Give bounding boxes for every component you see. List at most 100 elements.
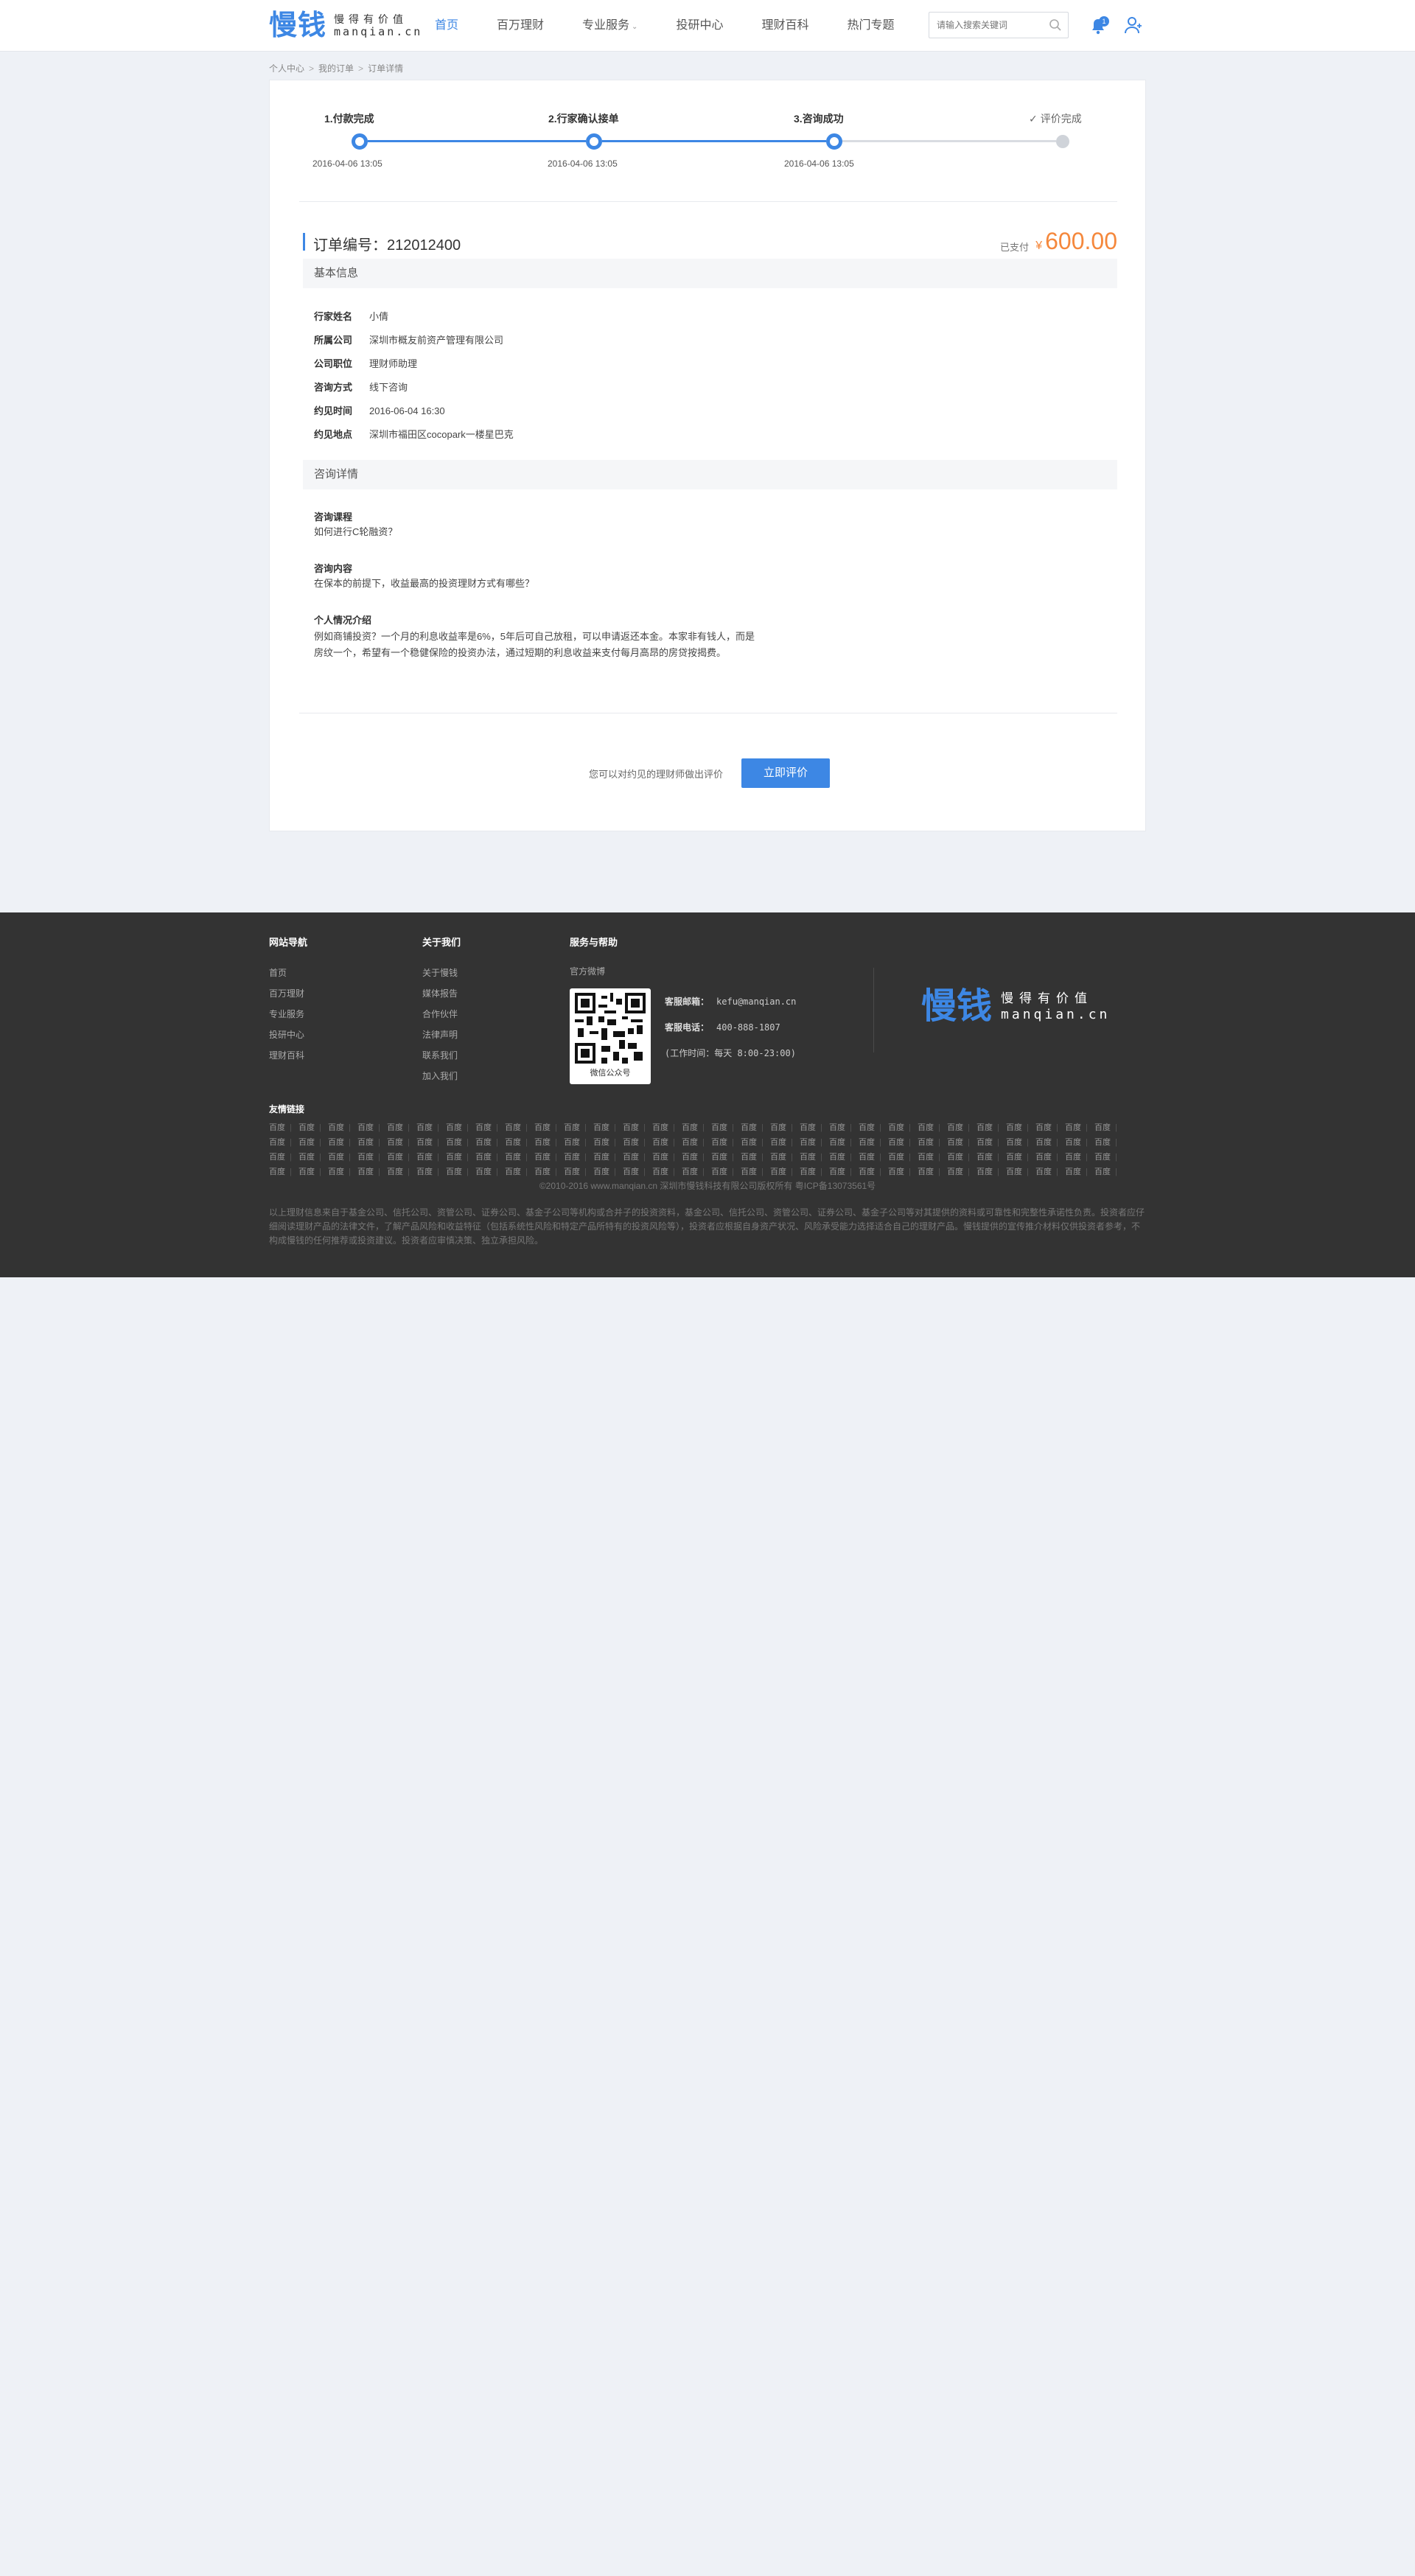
friend-link[interactable]: 百度	[446, 1150, 475, 1165]
friend-link[interactable]: 百度	[505, 1135, 534, 1150]
footer-link-partners[interactable]: 合作伙伴	[422, 1008, 458, 1020]
friend-link[interactable]: 百度	[829, 1150, 859, 1165]
friend-link[interactable]: 百度	[741, 1165, 770, 1179]
footer-link-about[interactable]: 关于慢钱	[422, 966, 458, 979]
friend-link[interactable]: 百度	[534, 1165, 564, 1179]
friend-link[interactable]: 百度	[1006, 1120, 1035, 1135]
friend-link[interactable]: 百度	[682, 1135, 711, 1150]
footer-weibo-link[interactable]: 官方微博	[570, 965, 605, 977]
search-icon[interactable]	[1049, 18, 1062, 32]
friend-link[interactable]: 百度	[534, 1120, 564, 1135]
friend-link[interactable]: 百度	[800, 1120, 829, 1135]
friend-link[interactable]: 百度	[918, 1135, 947, 1150]
breadcrumb-my-orders[interactable]: 我的订单	[318, 63, 354, 74]
friend-link[interactable]: 百度	[623, 1150, 652, 1165]
friend-link[interactable]: 百度	[328, 1120, 357, 1135]
friend-link[interactable]: 百度	[269, 1150, 298, 1165]
friend-link[interactable]: 百度	[593, 1165, 623, 1179]
friend-link[interactable]: 百度	[387, 1120, 416, 1135]
friend-link[interactable]: 百度	[1094, 1165, 1124, 1179]
friend-link[interactable]: 百度	[328, 1150, 357, 1165]
friend-link[interactable]: 百度	[682, 1165, 711, 1179]
friend-link[interactable]: 百度	[947, 1120, 976, 1135]
friend-link[interactable]: 百度	[770, 1165, 800, 1179]
friend-link[interactable]: 百度	[711, 1120, 741, 1135]
friend-link[interactable]: 百度	[564, 1135, 593, 1150]
friend-link[interactable]: 百度	[357, 1135, 387, 1150]
footer-link-services[interactable]: 专业服务	[269, 1008, 304, 1020]
friend-link[interactable]: 百度	[1065, 1165, 1094, 1179]
friend-link[interactable]: 百度	[770, 1120, 800, 1135]
friend-link[interactable]: 百度	[446, 1120, 475, 1135]
friend-link[interactable]: 百度	[416, 1135, 446, 1150]
user-icon[interactable]	[1124, 15, 1143, 35]
friend-link[interactable]: 百度	[328, 1135, 357, 1150]
friend-link[interactable]: 百度	[800, 1150, 829, 1165]
nav-item-encyclopedia[interactable]: 理财百科	[761, 0, 808, 52]
friend-link[interactable]: 百度	[357, 1150, 387, 1165]
friend-link[interactable]: 百度	[741, 1135, 770, 1150]
friend-link[interactable]: 百度	[682, 1150, 711, 1165]
friend-link[interactable]: 百度	[298, 1150, 328, 1165]
friend-link[interactable]: 百度	[1035, 1165, 1065, 1179]
friend-link[interactable]: 百度	[269, 1135, 298, 1150]
friend-link[interactable]: 百度	[446, 1165, 475, 1179]
friend-link[interactable]: 百度	[947, 1165, 976, 1179]
friend-link[interactable]: 百度	[1065, 1150, 1094, 1165]
friend-link[interactable]: 百度	[269, 1165, 298, 1179]
friend-link[interactable]: 百度	[623, 1120, 652, 1135]
friend-link[interactable]: 百度	[1094, 1150, 1124, 1165]
footer-link-encyclopedia[interactable]: 理财百科	[269, 1049, 304, 1061]
friend-link[interactable]: 百度	[859, 1165, 888, 1179]
friend-link[interactable]: 百度	[1094, 1135, 1124, 1150]
friend-link[interactable]: 百度	[888, 1165, 918, 1179]
friend-link[interactable]: 百度	[859, 1135, 888, 1150]
friend-link[interactable]: 百度	[593, 1120, 623, 1135]
footer-link-join[interactable]: 加入我们	[422, 1069, 458, 1082]
friend-link[interactable]: 百度	[357, 1120, 387, 1135]
friend-link[interactable]: 百度	[298, 1135, 328, 1150]
friend-link[interactable]: 百度	[623, 1135, 652, 1150]
friend-link[interactable]: 百度	[800, 1135, 829, 1150]
friend-link[interactable]: 百度	[564, 1150, 593, 1165]
friend-link[interactable]: 百度	[682, 1120, 711, 1135]
friend-link[interactable]: 百度	[298, 1165, 328, 1179]
friend-link[interactable]: 百度	[1035, 1150, 1065, 1165]
friend-link[interactable]: 百度	[711, 1150, 741, 1165]
friend-link[interactable]: 百度	[534, 1150, 564, 1165]
footer-link-home[interactable]: 首页	[269, 966, 287, 979]
friend-link[interactable]: 百度	[1035, 1120, 1065, 1135]
friend-link[interactable]: 百度	[387, 1135, 416, 1150]
friend-link[interactable]: 百度	[475, 1135, 505, 1150]
nav-item-wealth[interactable]: 百万理财	[497, 0, 544, 52]
friend-link[interactable]: 百度	[387, 1165, 416, 1179]
friend-link[interactable]: 百度	[1006, 1150, 1035, 1165]
footer-link-contact[interactable]: 联系我们	[422, 1049, 458, 1061]
footer-link-wealth[interactable]: 百万理财	[269, 987, 304, 999]
friend-link[interactable]: 百度	[475, 1165, 505, 1179]
evaluate-button[interactable]: 立即评价	[741, 758, 830, 788]
friend-link[interactable]: 百度	[623, 1165, 652, 1179]
friend-link[interactable]: 百度	[475, 1150, 505, 1165]
footer-link-media[interactable]: 媒体报告	[422, 987, 458, 999]
friend-link[interactable]: 百度	[593, 1150, 623, 1165]
friend-link[interactable]: 百度	[770, 1150, 800, 1165]
nav-item-research[interactable]: 投研中心	[676, 0, 723, 52]
nav-item-topics[interactable]: 热门专题	[847, 0, 894, 52]
friend-link[interactable]: 百度	[947, 1150, 976, 1165]
friend-link[interactable]: 百度	[888, 1135, 918, 1150]
friend-link[interactable]: 百度	[800, 1165, 829, 1179]
friend-link[interactable]: 百度	[1065, 1135, 1094, 1150]
friend-link[interactable]: 百度	[652, 1150, 682, 1165]
friend-link[interactable]: 百度	[505, 1165, 534, 1179]
friend-link[interactable]: 百度	[888, 1150, 918, 1165]
friend-link[interactable]: 百度	[298, 1120, 328, 1135]
friend-link[interactable]: 百度	[387, 1150, 416, 1165]
friend-link[interactable]: 百度	[416, 1165, 446, 1179]
friend-link[interactable]: 百度	[564, 1120, 593, 1135]
friend-link[interactable]: 百度	[918, 1165, 947, 1179]
footer-link-research[interactable]: 投研中心	[269, 1028, 304, 1041]
friend-link[interactable]: 百度	[416, 1150, 446, 1165]
friend-link[interactable]: 百度	[564, 1165, 593, 1179]
friend-link[interactable]: 百度	[918, 1150, 947, 1165]
